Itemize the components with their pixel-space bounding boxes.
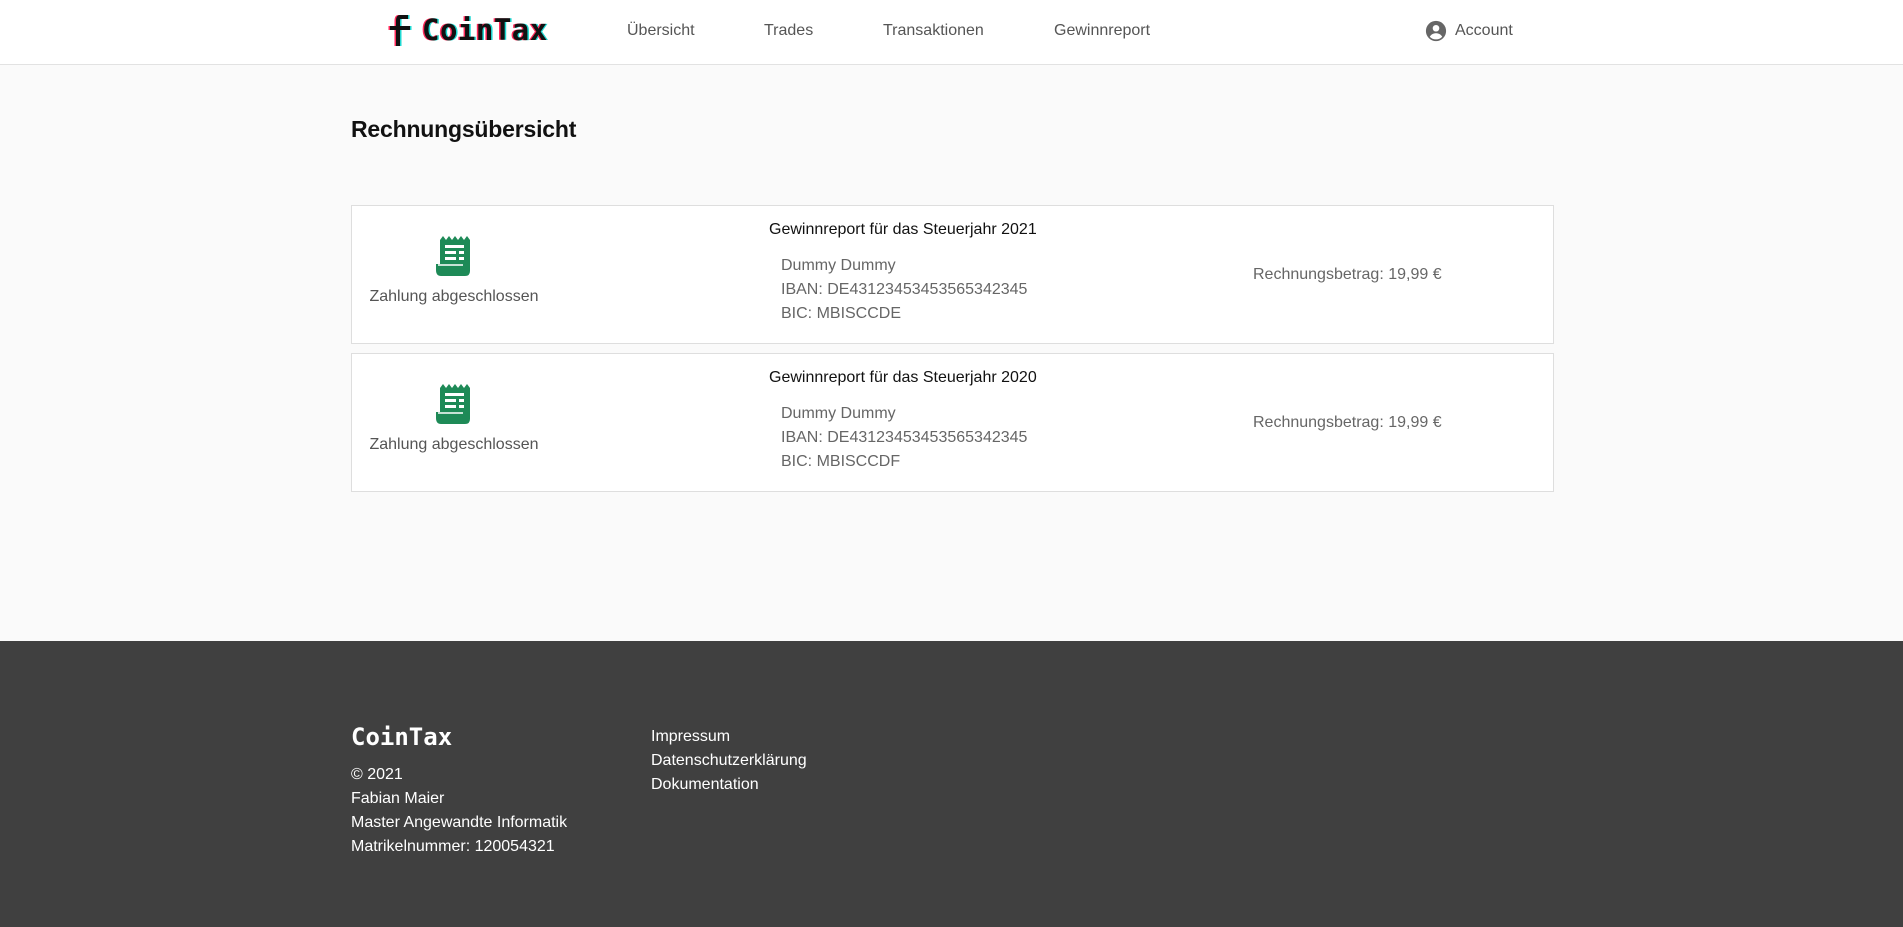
nav-gewinnreport[interactable]: Gewinnreport: [1054, 22, 1150, 40]
receipt-icon: [436, 236, 470, 276]
footer-brand: CoinTax: [351, 723, 453, 751]
cointax-logo[interactable]: CoinTax: [388, 12, 548, 48]
payment-details: Dummy Dummy IBAN: DE43123453453565342345…: [781, 402, 1027, 474]
invoice-card: Zahlung abgeschlossen Gewinnreport für d…: [351, 353, 1554, 492]
account-holder: Dummy Dummy: [781, 405, 896, 422]
footer-links: Impressum Datenschutzerklärung Dokumenta…: [651, 725, 807, 797]
account-menu-button[interactable]: Account: [1425, 20, 1513, 42]
payment-status: Zahlung abgeschlossen: [368, 382, 540, 454]
invoice-amount: Rechnungsbetrag: 19,99 €: [1253, 266, 1442, 283]
footer-info: © 2021 Fabian Maier Master Angewandte In…: [351, 763, 567, 859]
copyright: © 2021: [351, 766, 403, 783]
page-title: Rechnungsübersicht: [351, 116, 577, 142]
matriculation-number: Matrikelnummer: 120054321: [351, 838, 555, 855]
nav-transaktionen[interactable]: Transaktionen: [883, 22, 984, 40]
bic: BIC: MBISCCDE: [781, 305, 902, 322]
study-program: Master Angewandte Informatik: [351, 814, 568, 831]
iban: IBAN: DE43123453453565342345: [781, 429, 1028, 446]
account-label: Account: [1455, 22, 1513, 39]
invoice-card: Zahlung abgeschlossen Gewinnreport für d…: [351, 205, 1554, 344]
payment-status: Zahlung abgeschlossen: [368, 234, 540, 306]
nav-uebersicht[interactable]: Übersicht: [627, 22, 695, 40]
iban: IBAN: DE43123453453565342345: [781, 281, 1028, 298]
top-navigation-bar: CoinTax Übersicht Trades Transaktionen G…: [0, 0, 1903, 65]
author-name: Fabian Maier: [351, 790, 445, 807]
account-circle-icon: [1425, 20, 1447, 42]
status-text: Zahlung abgeschlossen: [369, 288, 539, 305]
nav-trades[interactable]: Trades: [764, 22, 813, 40]
cointax-logo-icon: [388, 15, 412, 46]
invoice-title: Gewinnreport für das Steuerjahr 2020: [769, 369, 1037, 386]
footer-link-datenschutz[interactable]: Datenschutzerklärung: [651, 749, 807, 773]
account-holder: Dummy Dummy: [781, 257, 896, 274]
invoice-title: Gewinnreport für das Steuerjahr 2021: [769, 221, 1037, 238]
status-text: Zahlung abgeschlossen: [369, 436, 539, 453]
footer-link-impressum[interactable]: Impressum: [651, 725, 807, 749]
footer-link-dokumentation[interactable]: Dokumentation: [651, 773, 807, 797]
brand-name: CoinTax: [422, 13, 548, 47]
bic: BIC: MBISCCDF: [781, 453, 901, 470]
payment-details: Dummy Dummy IBAN: DE43123453453565342345…: [781, 254, 1027, 326]
footer: CoinTax © 2021 Fabian Maier Master Angew…: [0, 641, 1903, 927]
invoice-amount: Rechnungsbetrag: 19,99 €: [1253, 414, 1442, 431]
receipt-icon: [436, 384, 470, 424]
